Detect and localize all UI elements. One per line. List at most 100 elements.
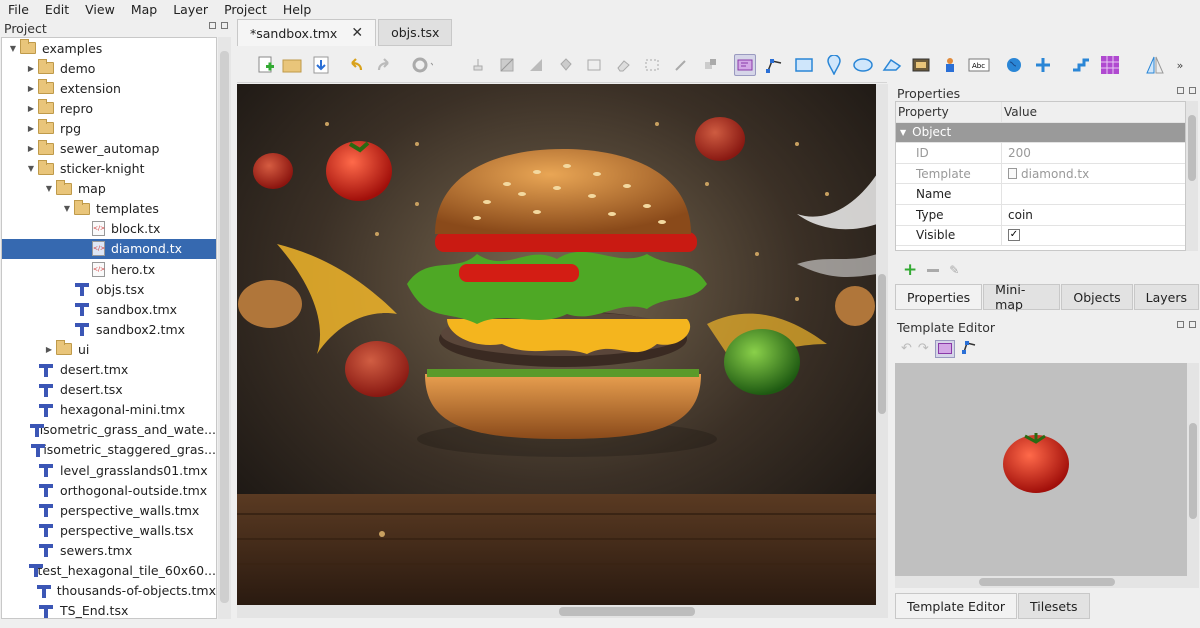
expanded-arrow-icon[interactable]: ▼: [60, 204, 74, 213]
tree-item[interactable]: ▼ sticker-knight: [2, 159, 216, 179]
redo-icon[interactable]: ↷: [918, 341, 929, 356]
tree-item[interactable]: perspective_walls.tsx: [2, 520, 216, 540]
tab-document[interactable]: objs.tsx: [378, 19, 453, 46]
edit-polygons-icon[interactable]: [961, 339, 977, 358]
properties-table[interactable]: Property Value ▼ Object ID 200 Template diam…: [895, 101, 1186, 251]
tree-scroll-thumb[interactable]: [220, 51, 229, 603]
menu-map[interactable]: Map: [123, 2, 165, 17]
tree-item[interactable]: ▼ templates: [2, 199, 216, 219]
float-icon[interactable]: [209, 22, 216, 29]
command-gear-icon[interactable]: [411, 54, 433, 76]
project-tree[interactable]: ▼ examples ▶ demo ▶ extension ▶ repro ▶ rpg ▶ sewer…: [1, 37, 217, 619]
property-value[interactable]: ✓: [1002, 226, 1185, 246]
close-icon[interactable]: [1189, 87, 1196, 94]
save-icon[interactable]: [310, 54, 332, 76]
select-objects-icon[interactable]: [934, 339, 955, 358]
tree-scrollbar[interactable]: [218, 37, 231, 619]
tree-item[interactable]: ▶ rpg: [2, 118, 216, 138]
canvas-hscroll-thumb[interactable]: [559, 607, 695, 616]
insert-world-icon[interactable]: [1003, 54, 1025, 76]
tree-item[interactable]: </> block.tx: [2, 219, 216, 239]
tree-item[interactable]: test_hexagonal_tile_60x60...: [2, 560, 216, 580]
toolbar-overflow-icon[interactable]: »: [1173, 54, 1187, 76]
rename-property-icon[interactable]: ✎: [949, 263, 959, 277]
undo-icon[interactable]: ↶: [901, 341, 912, 356]
tab-template-editor[interactable]: Template Editor: [895, 593, 1018, 619]
canvas-vscroll-thumb[interactable]: [878, 274, 886, 414]
tree-item[interactable]: objs.tsx: [2, 279, 216, 299]
menu-layer[interactable]: Layer: [165, 2, 216, 17]
move-world-icon[interactable]: [1032, 54, 1054, 76]
tree-item[interactable]: ▼ examples: [2, 38, 216, 58]
tree-item[interactable]: </> hero.tx: [2, 259, 216, 279]
tree-item[interactable]: perspective_walls.tmx: [2, 500, 216, 520]
tree-item[interactable]: ▼ map: [2, 179, 216, 199]
insert-rectangle-icon[interactable]: [793, 54, 815, 76]
properties-scroll-thumb[interactable]: [1188, 115, 1196, 181]
insert-polygon-icon[interactable]: [881, 54, 903, 76]
insert-ellipse-icon[interactable]: [852, 54, 874, 76]
eraser-icon[interactable]: [612, 54, 634, 76]
menu-help[interactable]: Help: [275, 2, 320, 17]
property-value[interactable]: coin: [1002, 205, 1185, 225]
property-row[interactable]: Template diamond.tx: [896, 163, 1185, 185]
tree-item[interactable]: TS_End.tsx: [2, 601, 216, 618]
properties-scrollbar[interactable]: [1186, 101, 1198, 251]
expanded-arrow-icon[interactable]: ▼: [6, 44, 20, 53]
tree-item[interactable]: thousands-of-objects.tmx: [2, 581, 216, 601]
insert-text-icon[interactable]: Abc: [968, 54, 990, 76]
menu-project[interactable]: Project: [216, 2, 275, 17]
terrain-brush-icon[interactable]: [496, 54, 518, 76]
shape-fill-icon[interactable]: [583, 54, 605, 76]
tree-item[interactable]: sandbox2.tmx: [2, 319, 216, 339]
template-preview-canvas[interactable]: [895, 363, 1187, 576]
tree-item[interactable]: desert.tmx: [2, 360, 216, 380]
collapsed-arrow-icon[interactable]: ▶: [24, 144, 38, 153]
add-property-icon[interactable]: +: [903, 260, 917, 280]
magic-wand-icon[interactable]: [670, 54, 692, 76]
bucket-fill-icon[interactable]: [554, 54, 576, 76]
insert-template-icon[interactable]: [939, 54, 961, 76]
property-row[interactable]: Name: [896, 184, 1185, 205]
tab-mini-map[interactable]: Mini-map: [983, 282, 1061, 312]
template-horizontal-scrollbar[interactable]: [895, 576, 1187, 588]
property-row[interactable]: ID 200: [896, 143, 1185, 164]
map-canvas[interactable]: [237, 84, 876, 605]
select-objects-icon[interactable]: [734, 54, 756, 76]
tree-item[interactable]: ▶ extension: [2, 78, 216, 98]
random-mode-icon[interactable]: [1070, 54, 1092, 76]
tree-item[interactable]: hexagonal-mini.tmx: [2, 400, 216, 420]
canvas-vertical-scrollbar[interactable]: [876, 84, 888, 605]
tree-item[interactable]: isometric_grass_and_wate...: [2, 420, 216, 440]
wang-fill-icon[interactable]: [1099, 54, 1121, 76]
collapsed-arrow-icon[interactable]: ▶: [24, 124, 38, 133]
collapsed-arrow-icon[interactable]: ▶: [42, 345, 56, 354]
tab-layers[interactable]: Layers: [1133, 284, 1199, 310]
collapsed-arrow-icon[interactable]: ▶: [24, 84, 38, 93]
rectangular-select-icon[interactable]: [641, 54, 663, 76]
tree-item[interactable]: isometric_staggered_gras...: [2, 440, 216, 460]
tree-item[interactable]: orthogonal-outside.tmx: [2, 480, 216, 500]
menu-file[interactable]: File: [0, 2, 37, 17]
stamp-brush-icon[interactable]: [467, 54, 489, 76]
visible-checkbox[interactable]: ✓: [1008, 229, 1020, 242]
menu-edit[interactable]: Edit: [37, 2, 77, 17]
redo-icon[interactable]: [373, 54, 395, 76]
tree-item[interactable]: sewers.tmx: [2, 540, 216, 560]
tree-item[interactable]: </> diamond.tx: [2, 238, 216, 260]
tree-item[interactable]: ▶ ui: [2, 339, 216, 359]
expanded-arrow-icon[interactable]: ▼: [24, 164, 38, 173]
insert-tile-icon[interactable]: [910, 54, 932, 76]
tree-item[interactable]: ▶ demo: [2, 58, 216, 78]
tree-item[interactable]: sandbox.tmx: [2, 299, 216, 319]
tree-item[interactable]: desert.tsx: [2, 380, 216, 400]
expanded-arrow-icon[interactable]: ▼: [42, 184, 56, 193]
tab-tilesets[interactable]: Tilesets: [1018, 593, 1090, 619]
template-vscroll-thumb[interactable]: [1189, 423, 1197, 519]
close-tab-icon[interactable]: ✕: [351, 25, 363, 41]
menu-view[interactable]: View: [77, 2, 123, 17]
close-icon[interactable]: [221, 22, 228, 29]
property-row[interactable]: Visible ✓: [896, 225, 1185, 247]
template-hscroll-thumb[interactable]: [979, 578, 1115, 586]
remove-property-icon[interactable]: [927, 268, 940, 272]
